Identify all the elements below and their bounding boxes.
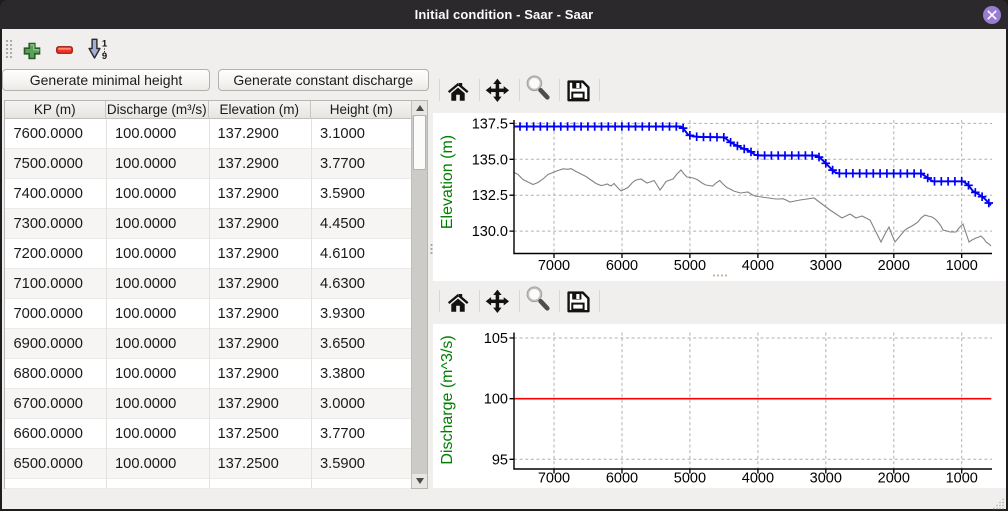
svg-text:100: 100 — [484, 392, 508, 408]
svg-text:132.5: 132.5 — [472, 188, 508, 204]
svg-text:130.0: 130.0 — [472, 224, 508, 240]
svg-text:137.5: 137.5 — [472, 116, 508, 132]
svg-text:7000: 7000 — [538, 471, 570, 487]
svg-text:1000: 1000 — [946, 258, 978, 274]
svg-text:3000: 3000 — [810, 471, 842, 487]
svg-text:5000: 5000 — [674, 258, 706, 274]
svg-text:2000: 2000 — [878, 258, 910, 274]
svg-text:Elevation (m): Elevation (m) — [439, 135, 456, 229]
svg-text:135.0: 135.0 — [472, 152, 508, 168]
svg-text:95: 95 — [492, 452, 508, 468]
svg-text:4000: 4000 — [742, 258, 774, 274]
svg-text:1: 1 — [102, 39, 108, 50]
svg-text:6000: 6000 — [606, 258, 638, 274]
svg-text:5000: 5000 — [674, 471, 706, 487]
svg-text:1000: 1000 — [946, 471, 978, 487]
svg-text:7000: 7000 — [538, 258, 570, 274]
svg-text:9: 9 — [102, 51, 107, 60]
svg-text:105: 105 — [484, 331, 508, 347]
svg-text:4000: 4000 — [742, 471, 774, 487]
svg-text:3000: 3000 — [810, 258, 842, 274]
svg-text:Discharge (m^3/s): Discharge (m^3/s) — [439, 335, 456, 464]
svg-text:2000: 2000 — [878, 471, 910, 487]
svg-text:6000: 6000 — [606, 471, 638, 487]
